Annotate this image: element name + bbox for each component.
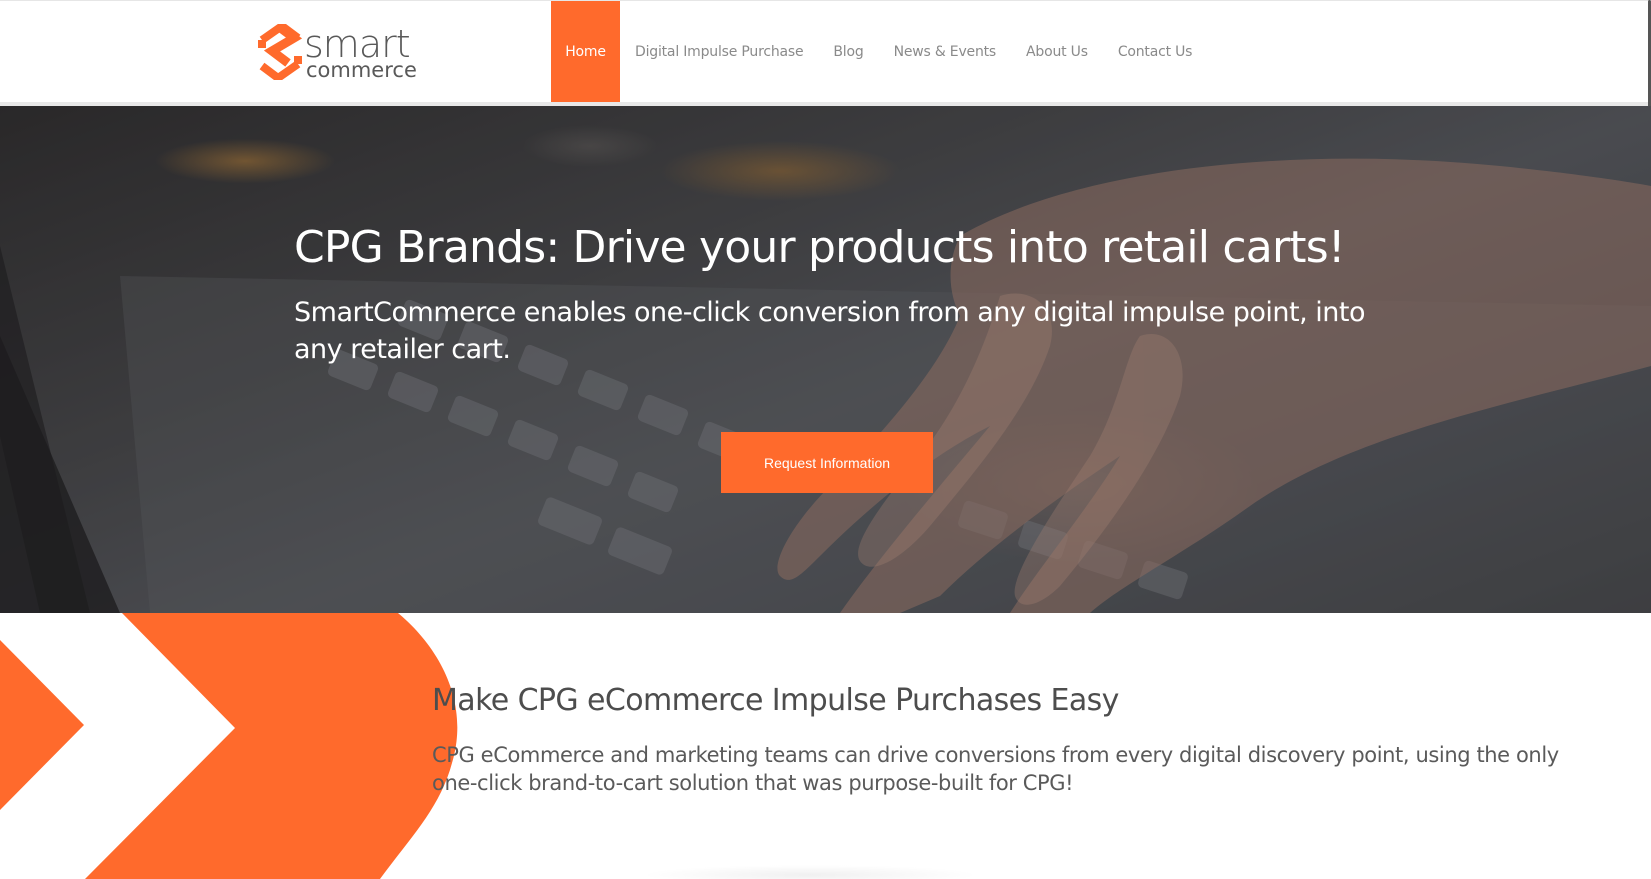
hero-subtitle: SmartCommerce enables one-click conversi… <box>294 297 1366 365</box>
content-card-shadow <box>640 865 980 879</box>
smartcommerce-logo-mark-icon <box>258 24 302 80</box>
hero-banner: CPG Brands: Drive your products into ret… <box>0 106 1651 613</box>
nav-item-digital-impulse-purchase[interactable]: Digital Impulse Purchase <box>620 1 818 102</box>
request-information-button[interactable]: Request Information <box>721 432 933 493</box>
nav-item-blog[interactable]: Blog <box>818 1 878 102</box>
nav-item-about-us[interactable]: About Us <box>1011 1 1103 102</box>
section-body: CPG eCommerce and marketing teams can dr… <box>432 743 1559 795</box>
nav-item-contact-us[interactable]: Contact Us <box>1103 1 1207 102</box>
intro-section: Make CPG eCommerce Impulse Purchases Eas… <box>0 613 1651 879</box>
site-header: smart commerce Home Digital Impulse Purc… <box>0 0 1651 106</box>
section-title: Make CPG eCommerce Impulse Purchases Eas… <box>432 683 1119 718</box>
nav-item-news-events[interactable]: News & Events <box>879 1 1011 102</box>
smartcommerce-logo[interactable]: smart commerce <box>258 23 417 83</box>
logo-word-commerce: commerce <box>306 58 417 82</box>
hero-title: CPG Brands: Drive your products into ret… <box>294 222 1345 273</box>
nav-item-home[interactable]: Home <box>551 1 620 102</box>
main-nav: Home Digital Impulse Purchase Blog News … <box>551 1 1207 102</box>
orange-chevron-decoration <box>0 613 458 879</box>
